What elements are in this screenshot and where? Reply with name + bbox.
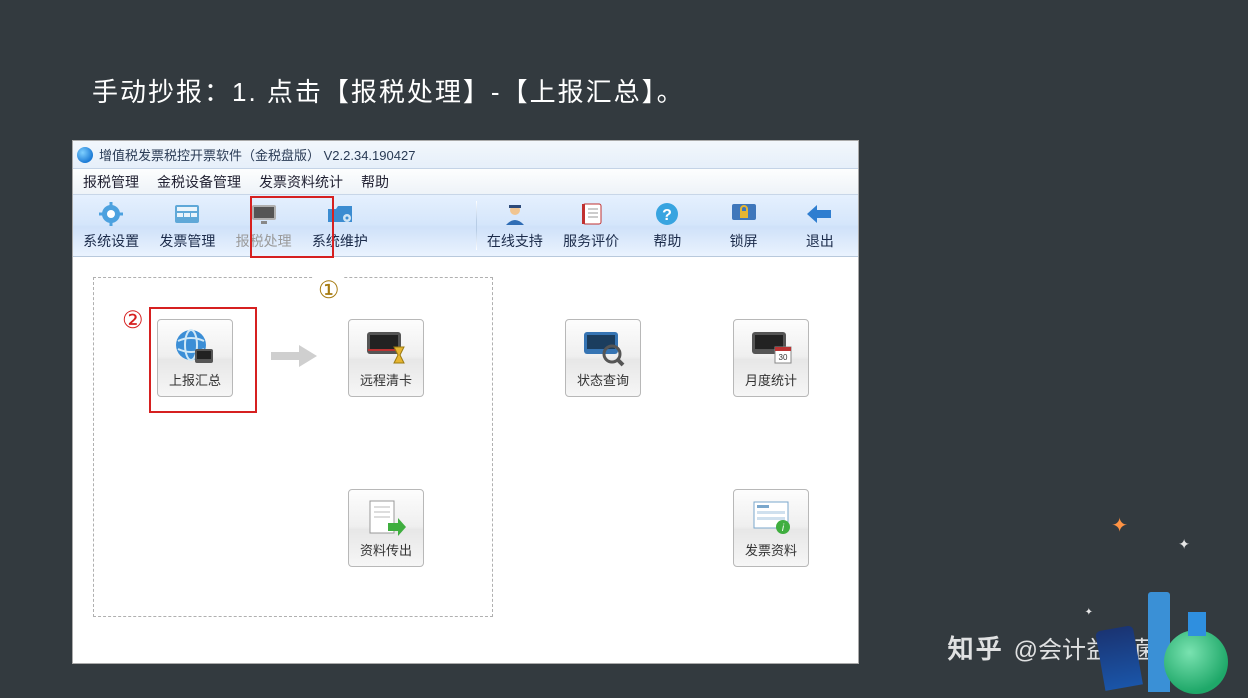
sparkle-icon: ✦: [1085, 607, 1093, 618]
monthly-stats-tile[interactable]: 30 月度统计: [733, 319, 809, 397]
notebook-icon: [576, 201, 606, 227]
content-area: ① ② 上报汇总 远程清卡 状态查询 3: [73, 257, 858, 663]
app-icon: [77, 147, 93, 163]
exit-button[interactable]: 退出: [782, 195, 858, 256]
help-button[interactable]: ? 帮助: [629, 195, 705, 256]
toolbar-label: 退出: [806, 231, 834, 251]
tile-label: 月度统计: [745, 370, 797, 389]
sparkle-icon: ✦: [1111, 513, 1128, 538]
toolbar-label: 帮助: [653, 231, 681, 251]
menu-help[interactable]: 帮助: [361, 172, 389, 192]
decorative-art: ✦ ✦ ✦: [1068, 498, 1248, 698]
system-settings-button[interactable]: 系统设置: [73, 195, 149, 256]
monitor-calendar-icon: 30: [749, 327, 793, 367]
app-window: 增值税发票税控开票软件（金税盘版） V2.2.34.190427 报税管理 金税…: [72, 140, 859, 664]
toolbar-label: 服务评价: [563, 231, 619, 251]
monitor-magnify-icon: [581, 327, 625, 367]
spreadsheet-icon: [172, 201, 202, 227]
invoice-icon: i: [749, 497, 793, 537]
svg-text:30: 30: [779, 353, 788, 362]
doc-arrow-out-icon: [364, 497, 408, 537]
titlebar: 增值税发票税控开票软件（金税盘版） V2.2.34.190427: [73, 141, 858, 169]
instruction-text: 手动抄报：1. 点击【报税处理】-【上报汇总】。: [92, 72, 685, 109]
lock-monitor-icon: [729, 201, 759, 227]
toolbar-label: 发票管理: [159, 231, 215, 251]
annotation-2: ②: [122, 306, 144, 335]
back-arrow-icon: [805, 201, 835, 227]
tile-label: 远程清卡: [360, 370, 412, 389]
tile-label: 发票资料: [745, 540, 797, 559]
invoice-mgmt-button[interactable]: 发票管理: [149, 195, 225, 256]
toolbar-label: 锁屏: [730, 231, 758, 251]
watermark: 知乎 @会计益生菌: [948, 629, 1158, 666]
zhihu-logo: 知乎: [948, 629, 1004, 666]
window-title: 增值税发票税控开票软件（金税盘版） V2.2.34.190427: [99, 145, 415, 164]
monitor-hourglass-icon: [364, 327, 408, 367]
sparkle-icon: ✦: [1178, 536, 1190, 553]
gear-icon: [96, 201, 126, 227]
toolbar: 系统设置 发票管理 报税处理 系统维护 在线支持 服务评价 ? 帮助: [73, 195, 858, 257]
tile-label: 资料传出: [360, 540, 412, 559]
service-rating-button[interactable]: 服务评价: [553, 195, 629, 256]
remote-clear-tile[interactable]: 远程清卡: [348, 319, 424, 397]
online-support-button[interactable]: 在线支持: [477, 195, 553, 256]
invoice-data-tile[interactable]: i 发票资料: [733, 489, 809, 567]
help-icon: ?: [652, 201, 682, 227]
arrow-icon: [269, 343, 319, 369]
data-export-tile[interactable]: 资料传出: [348, 489, 424, 567]
lock-button[interactable]: 锁屏: [706, 195, 782, 256]
support-person-icon: [500, 201, 530, 227]
svg-text:?: ?: [662, 207, 672, 224]
flask-icon: [1164, 630, 1228, 694]
tile-label: 状态查询: [577, 370, 629, 389]
menu-device-mgmt[interactable]: 金税设备管理: [157, 172, 241, 192]
watermark-author: @会计益生菌: [1014, 630, 1158, 665]
highlight-box-tax-process: [250, 196, 334, 258]
menu-tax-mgmt[interactable]: 报税管理: [83, 172, 139, 192]
menubar: 报税管理 金税设备管理 发票资料统计 帮助: [73, 169, 858, 195]
annotation-1: ①: [314, 276, 344, 305]
toolbar-label: 系统设置: [83, 231, 139, 251]
highlight-box-report-summary: [149, 307, 257, 413]
menu-invoice-stat[interactable]: 发票资料统计: [259, 172, 343, 192]
toolbar-label: 在线支持: [487, 231, 543, 251]
status-query-tile[interactable]: 状态查询: [565, 319, 641, 397]
